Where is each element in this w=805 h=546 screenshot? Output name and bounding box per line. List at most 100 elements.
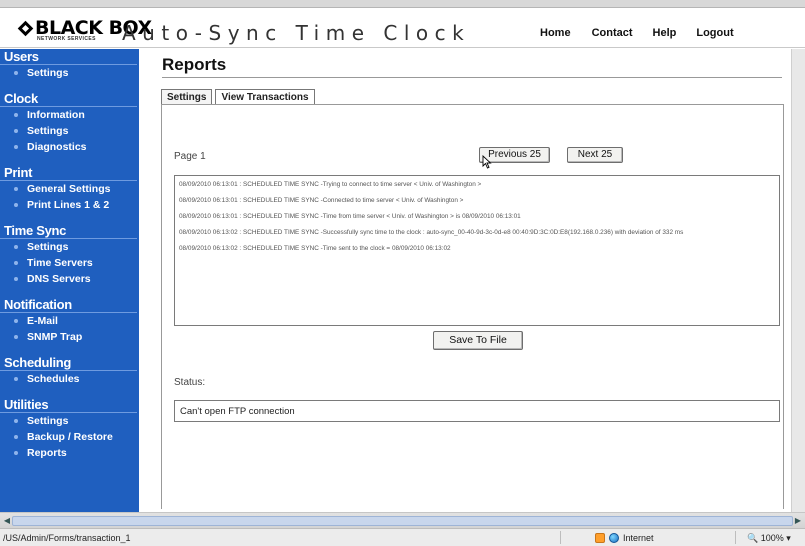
nav-home-link[interactable]: Home [540,27,571,39]
zone-label: Internet [623,533,654,543]
horizontal-scrollbar[interactable]: ◀ ▶ [0,512,805,528]
sidebar-item-email[interactable]: E-Mail [0,313,139,329]
bullet-icon [14,245,18,249]
status-box: Can't open FTP connection [174,400,780,422]
bullet-icon [14,203,18,207]
bullet-icon [14,419,18,423]
sidebar-item-reports[interactable]: Reports [0,445,139,461]
sidebar-section-title: Time Sync [0,223,137,239]
logo-subtext: NETWORK SERVICES [37,36,96,42]
sidebar-section-clock: Clock Information Settings Diagnostics [0,91,139,155]
sidebar-section-users: Users Settings [0,49,139,81]
sidebar-item-snmp-trap[interactable]: SNMP Trap [0,329,139,345]
sidebar-item-label: DNS Servers [27,273,91,285]
sidebar-item-label: E-Mail [27,315,58,327]
sidebar-item-label: Print Lines 1 & 2 [27,199,110,211]
sidebar-section-title: Utilities [0,397,137,413]
app-title: Auto-Sync Time Clock [122,21,471,45]
sidebar-item-label: Settings [27,67,69,79]
save-to-file-button[interactable]: Save To File [433,331,523,350]
log-line: 08/09/2010 06:13:02 : SCHEDULED TIME SYN… [179,245,451,252]
sidebar-item-print-lines[interactable]: Print Lines 1 & 2 [0,197,139,213]
sidebar-item-clock-information[interactable]: Information [0,107,139,123]
bullet-icon [14,71,18,75]
sidebar-item-label: Information [27,109,85,121]
bullet-icon [14,377,18,381]
next-25-button[interactable]: Next 25 [567,147,623,163]
sidebar-item-label: Backup / Restore [27,431,113,443]
bullet-icon [14,261,18,265]
sidebar-item-label: Settings [27,241,69,253]
sidebar-item-label: Reports [27,447,67,459]
sidebar-item-label: SNMP Trap [27,331,83,343]
bullet-icon [14,277,18,281]
sidebar-item-time-servers[interactable]: Time Servers [0,255,139,271]
bullet-icon [14,435,18,439]
bullet-icon [14,451,18,455]
sidebar-section-print: Print General Settings Print Lines 1 & 2 [0,165,139,213]
vertical-scrollbar[interactable] [791,49,805,512]
horizontal-scroll-thumb[interactable] [12,516,793,526]
scroll-left-icon[interactable]: ◀ [2,516,12,526]
sidebar-section-title: Scheduling [0,355,137,371]
sidebar-section-scheduling: Scheduling Schedules [0,355,139,387]
bullet-icon [14,129,18,133]
sidebar-section-utilities: Utilities Settings Backup / Restore Repo… [0,397,139,461]
status-label: Status: [174,377,206,388]
sidebar-item-users-settings[interactable]: Settings [0,65,139,81]
sidebar-section-notification: Notification E-Mail SNMP Trap [0,297,139,345]
sidebar-item-label: Schedules [27,373,80,385]
sidebar-item-label: Diagnostics [27,141,87,153]
sidebar-section-title: Users [0,49,137,65]
sidebar-item-label: Settings [27,415,69,427]
sidebar-section-title: Clock [0,91,137,107]
sidebar-item-dns-servers[interactable]: DNS Servers [0,271,139,287]
sidebar-section-title: Print [0,165,137,181]
sidebar-item-schedules[interactable]: Schedules [0,371,139,387]
log-line: 08/09/2010 06:13:01 : SCHEDULED TIME SYN… [179,213,521,220]
sidebar: Users Settings Clock Information Setting… [0,49,139,512]
sidebar-item-print-general-settings[interactable]: General Settings [0,181,139,197]
scroll-right-icon[interactable]: ▶ [793,516,803,526]
page-title: Reports [162,55,782,78]
tab-bar: Settings View Transactions [161,89,318,104]
bullet-icon [14,113,18,117]
bullet-icon [14,145,18,149]
page-indicator: Page 1 [174,151,206,162]
tab-settings[interactable]: Settings [161,89,213,104]
sidebar-item-clock-diagnostics[interactable]: Diagnostics [0,139,139,155]
log-line: 08/09/2010 06:13:02 : SCHEDULED TIME SYN… [179,229,684,236]
sidebar-section-time-sync: Time Sync Settings Time Servers DNS Serv… [0,223,139,287]
sidebar-item-utilities-settings[interactable]: Settings [0,413,139,429]
zoom-value: 100% [760,533,784,543]
log-line: 08/09/2010 06:13:01 : SCHEDULED TIME SYN… [179,197,464,204]
app-header: BLACK BOX NETWORK SERVICES Auto-Sync Tim… [0,8,805,48]
tab-view-transactions[interactable]: View Transactions [215,89,315,104]
bullet-icon [14,335,18,339]
protected-mode-icon [595,533,605,543]
zoom-level[interactable]: 🔍 100% ▾ [747,533,791,544]
nav-help-link[interactable]: Help [653,27,677,39]
globe-icon [609,533,619,543]
status-divider [560,531,561,544]
sidebar-item-time-sync-settings[interactable]: Settings [0,239,139,255]
nav-contact-link[interactable]: Contact [592,27,633,39]
browser-status-bar: /US/Admin/Forms/transaction_1 Internet 🔍… [0,528,805,546]
nav-logout-link[interactable]: Logout [696,27,733,39]
transaction-log[interactable]: 08/09/2010 06:13:01 : SCHEDULED TIME SYN… [174,175,780,326]
sidebar-section-title: Notification [0,297,137,313]
status-url: /US/Admin/Forms/transaction_1 [3,533,131,543]
window-top-edge [0,0,805,8]
sidebar-item-label: General Settings [27,183,111,195]
mouse-pointer-icon [482,155,492,169]
sidebar-item-backup-restore[interactable]: Backup / Restore [0,429,139,445]
log-line: 08/09/2010 06:13:01 : SCHEDULED TIME SYN… [179,181,482,188]
bullet-icon [14,187,18,191]
sidebar-item-label: Time Servers [27,257,93,269]
sidebar-item-clock-settings[interactable]: Settings [0,123,139,139]
main-content: Reports Settings View Transactions Page … [139,49,805,512]
sidebar-item-label: Settings [27,125,69,137]
status-divider [735,531,736,544]
bullet-icon [14,319,18,323]
security-zone[interactable]: Internet [595,533,654,543]
